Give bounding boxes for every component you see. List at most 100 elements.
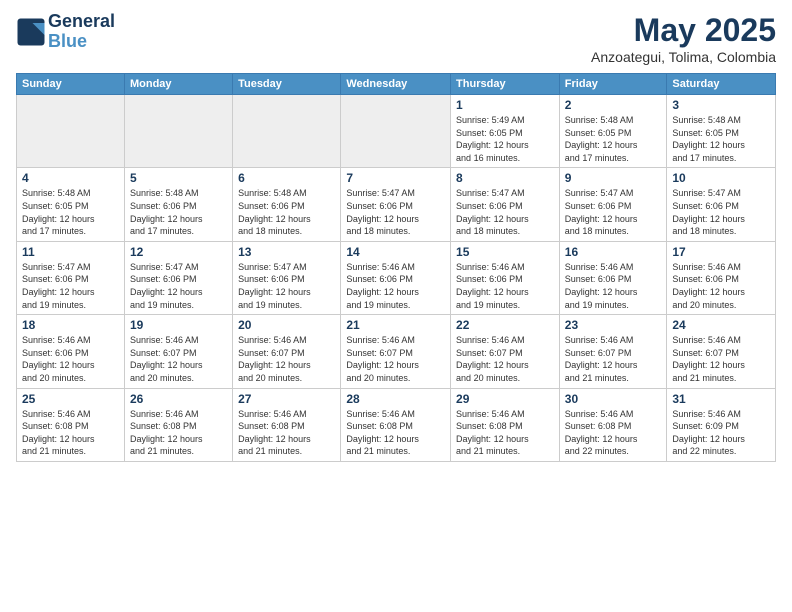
- logo-line2: Blue: [48, 31, 87, 51]
- header: General Blue May 2025 Anzoategui, Tolima…: [16, 12, 776, 65]
- day-info: Sunrise: 5:46 AM Sunset: 6:08 PM Dayligh…: [130, 408, 227, 458]
- day-number: 23: [565, 318, 662, 332]
- day-number: 30: [565, 392, 662, 406]
- day-number: 24: [672, 318, 770, 332]
- weekday-monday: Monday: [124, 74, 232, 95]
- weekday-friday: Friday: [559, 74, 667, 95]
- week-row-4: 18 Sunrise: 5:46 AM Sunset: 6:06 PM Dayli…: [17, 315, 776, 388]
- weekday-header-row: SundayMondayTuesdayWednesdayThursdayFrid…: [17, 74, 776, 95]
- day-number: 18: [22, 318, 119, 332]
- day-info: Sunrise: 5:46 AM Sunset: 6:07 PM Dayligh…: [565, 334, 662, 384]
- day-info: Sunrise: 5:49 AM Sunset: 6:05 PM Dayligh…: [456, 114, 554, 164]
- day-info: Sunrise: 5:46 AM Sunset: 6:06 PM Dayligh…: [22, 334, 119, 384]
- day-number: 7: [346, 171, 445, 185]
- day-number: 2: [565, 98, 662, 112]
- day-cell: 16 Sunrise: 5:46 AM Sunset: 6:06 PM Dayli…: [559, 241, 667, 314]
- day-cell: 15Sunrise: 5:46 AM Sunset: 6:06 PM Dayli…: [451, 241, 560, 314]
- day-cell: 8 Sunrise: 5:47 AM Sunset: 6:06 PM Daylig…: [451, 168, 560, 241]
- day-number: 14: [346, 245, 445, 259]
- location-subtitle: Anzoategui, Tolima, Colombia: [591, 49, 776, 65]
- day-cell: 29 Sunrise: 5:46 AM Sunset: 6:08 PM Dayli…: [451, 388, 560, 461]
- day-info: Sunrise: 5:47 AM Sunset: 6:06 PM Dayligh…: [565, 187, 662, 237]
- day-cell: 11Sunrise: 5:47 AM Sunset: 6:06 PM Dayli…: [17, 241, 125, 314]
- week-row-3: 11Sunrise: 5:47 AM Sunset: 6:06 PM Dayli…: [17, 241, 776, 314]
- day-info: Sunrise: 5:47 AM Sunset: 6:06 PM Dayligh…: [456, 187, 554, 237]
- day-number: 29: [456, 392, 554, 406]
- day-cell: 25Sunrise: 5:46 AM Sunset: 6:08 PM Dayli…: [17, 388, 125, 461]
- week-row-2: 4 Sunrise: 5:48 AM Sunset: 6:05 PM Daylig…: [17, 168, 776, 241]
- day-cell: 21 Sunrise: 5:46 AM Sunset: 6:07 PM Dayli…: [341, 315, 451, 388]
- day-cell: 23 Sunrise: 5:46 AM Sunset: 6:07 PM Dayli…: [559, 315, 667, 388]
- day-info: Sunrise: 5:46 AM Sunset: 6:08 PM Dayligh…: [565, 408, 662, 458]
- day-number: 17: [672, 245, 770, 259]
- day-cell: 2Sunrise: 5:48 AM Sunset: 6:05 PM Daylig…: [559, 95, 667, 168]
- day-number: 4: [22, 171, 119, 185]
- weekday-tuesday: Tuesday: [233, 74, 341, 95]
- day-cell: [233, 95, 341, 168]
- day-info: Sunrise: 5:46 AM Sunset: 6:09 PM Dayligh…: [672, 408, 770, 458]
- day-info: Sunrise: 5:46 AM Sunset: 6:08 PM Dayligh…: [346, 408, 445, 458]
- title-section: May 2025 Anzoategui, Tolima, Colombia: [591, 12, 776, 65]
- day-info: Sunrise: 5:48 AM Sunset: 6:05 PM Dayligh…: [22, 187, 119, 237]
- day-number: 16: [565, 245, 662, 259]
- weekday-thursday: Thursday: [451, 74, 560, 95]
- day-info: Sunrise: 5:46 AM Sunset: 6:07 PM Dayligh…: [672, 334, 770, 384]
- day-cell: 17 Sunrise: 5:46 AM Sunset: 6:06 PM Dayli…: [667, 241, 776, 314]
- day-cell: 12Sunrise: 5:47 AM Sunset: 6:06 PM Dayli…: [124, 241, 232, 314]
- day-info: Sunrise: 5:46 AM Sunset: 6:07 PM Dayligh…: [346, 334, 445, 384]
- day-info: Sunrise: 5:46 AM Sunset: 6:06 PM Dayligh…: [565, 261, 662, 311]
- day-cell: 14Sunrise: 5:46 AM Sunset: 6:06 PM Dayli…: [341, 241, 451, 314]
- day-cell: 18 Sunrise: 5:46 AM Sunset: 6:06 PM Dayli…: [17, 315, 125, 388]
- day-info: Sunrise: 5:47 AM Sunset: 6:06 PM Dayligh…: [130, 261, 227, 311]
- day-cell: 7 Sunrise: 5:47 AM Sunset: 6:06 PM Daylig…: [341, 168, 451, 241]
- day-info: Sunrise: 5:47 AM Sunset: 6:06 PM Dayligh…: [346, 187, 445, 237]
- logo: General Blue: [16, 12, 115, 52]
- day-info: Sunrise: 5:47 AM Sunset: 6:06 PM Dayligh…: [238, 261, 335, 311]
- day-cell: 26 Sunrise: 5:46 AM Sunset: 6:08 PM Dayli…: [124, 388, 232, 461]
- day-info: Sunrise: 5:48 AM Sunset: 6:06 PM Dayligh…: [238, 187, 335, 237]
- day-cell: 9 Sunrise: 5:47 AM Sunset: 6:06 PM Daylig…: [559, 168, 667, 241]
- calendar: SundayMondayTuesdayWednesdayThursdayFrid…: [16, 73, 776, 462]
- day-info: Sunrise: 5:46 AM Sunset: 6:06 PM Dayligh…: [672, 261, 770, 311]
- logo-line1: General: [48, 12, 115, 32]
- weekday-sunday: Sunday: [17, 74, 125, 95]
- day-number: 21: [346, 318, 445, 332]
- day-info: Sunrise: 5:46 AM Sunset: 6:07 PM Dayligh…: [130, 334, 227, 384]
- day-number: 26: [130, 392, 227, 406]
- day-cell: 20 Sunrise: 5:46 AM Sunset: 6:07 PM Dayli…: [233, 315, 341, 388]
- day-number: 6: [238, 171, 335, 185]
- day-info: Sunrise: 5:46 AM Sunset: 6:06 PM Dayligh…: [456, 261, 554, 311]
- day-cell: 30 Sunrise: 5:46 AM Sunset: 6:08 PM Dayli…: [559, 388, 667, 461]
- day-number: 5: [130, 171, 227, 185]
- day-info: Sunrise: 5:48 AM Sunset: 6:06 PM Dayligh…: [130, 187, 227, 237]
- day-cell: 27Sunrise: 5:46 AM Sunset: 6:08 PM Dayli…: [233, 388, 341, 461]
- day-cell: 1Sunrise: 5:49 AM Sunset: 6:05 PM Daylig…: [451, 95, 560, 168]
- day-number: 20: [238, 318, 335, 332]
- day-cell: 22 Sunrise: 5:46 AM Sunset: 6:07 PM Dayli…: [451, 315, 560, 388]
- page: General Blue May 2025 Anzoategui, Tolima…: [0, 0, 792, 612]
- day-cell: 19 Sunrise: 5:46 AM Sunset: 6:07 PM Dayli…: [124, 315, 232, 388]
- week-row-5: 25 Sunrise: 5:46 AM Sunset: 6:08 PM Dayli…: [17, 388, 776, 461]
- day-number: 25: [22, 392, 119, 406]
- day-number: 19: [130, 318, 227, 332]
- day-number: 22: [456, 318, 554, 332]
- day-cell: [17, 95, 125, 168]
- day-number: 10: [672, 171, 770, 185]
- week-row-1: 1Sunrise: 5:49 AM Sunset: 6:05 PM Daylig…: [17, 95, 776, 168]
- month-title: May 2025: [591, 12, 776, 49]
- day-info: Sunrise: 5:46 AM Sunset: 6:08 PM Dayligh…: [456, 408, 554, 458]
- weekday-wednesday: Wednesday: [341, 74, 451, 95]
- logo-icon: [16, 17, 46, 47]
- logo-text: General Blue: [48, 12, 115, 52]
- weekday-saturday: Saturday: [667, 74, 776, 95]
- day-cell: 28Sunrise: 5:46 AM Sunset: 6:08 PM Dayli…: [341, 388, 451, 461]
- day-cell: 4 Sunrise: 5:48 AM Sunset: 6:05 PM Daylig…: [17, 168, 125, 241]
- day-info: Sunrise: 5:46 AM Sunset: 6:07 PM Dayligh…: [238, 334, 335, 384]
- day-number: 31: [672, 392, 770, 406]
- day-cell: 13Sunrise: 5:47 AM Sunset: 6:06 PM Dayli…: [233, 241, 341, 314]
- day-info: Sunrise: 5:46 AM Sunset: 6:07 PM Dayligh…: [456, 334, 554, 384]
- day-number: 9: [565, 171, 662, 185]
- day-number: 8: [456, 171, 554, 185]
- day-cell: 24 Sunrise: 5:46 AM Sunset: 6:07 PM Dayli…: [667, 315, 776, 388]
- day-number: 3: [672, 98, 770, 112]
